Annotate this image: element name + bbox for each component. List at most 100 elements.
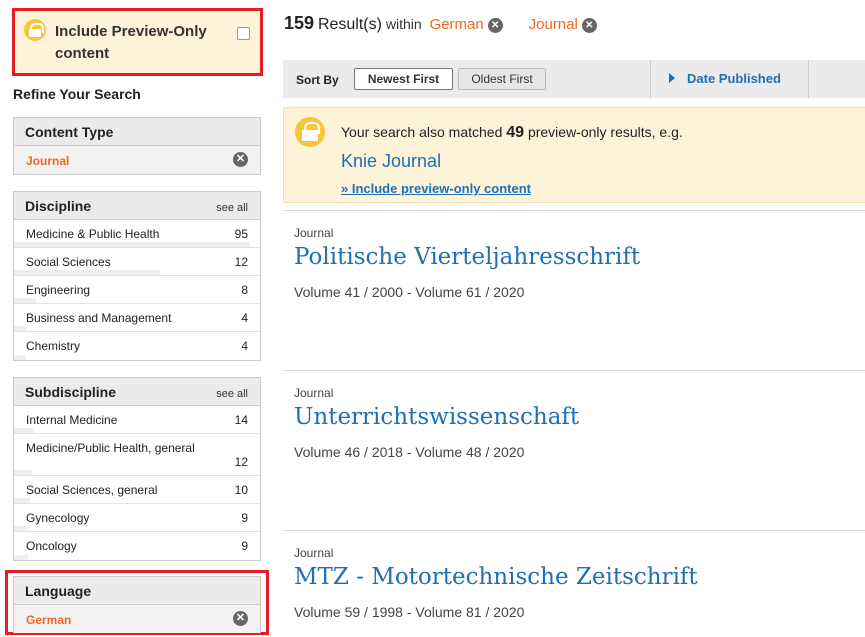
refine-sidebar: Include Preview-Only content Refine Your… bbox=[0, 0, 272, 637]
content-type-facet: Content Type Journal ✕ bbox=[13, 117, 261, 175]
subdiscipline-see-all-link[interactable]: see all bbox=[216, 388, 248, 400]
subdiscipline-item[interactable]: Oncology 9 bbox=[14, 532, 260, 560]
result-type: Journal bbox=[294, 226, 334, 240]
caret-right-icon bbox=[669, 73, 675, 83]
filter-tag-language: German bbox=[429, 16, 484, 33]
facet-count-bar bbox=[14, 498, 30, 503]
facet-item-count: 9 bbox=[241, 539, 248, 553]
facet-count-bar bbox=[14, 326, 26, 331]
facet-item-count: 10 bbox=[234, 483, 248, 497]
result-title-link[interactable]: Politische Vierteljahresschrift bbox=[294, 244, 640, 270]
lock-icon bbox=[24, 19, 46, 41]
subdiscipline-header: Subdiscipline see all bbox=[14, 378, 260, 406]
subdiscipline-title: Subdiscipline bbox=[25, 384, 117, 400]
include-preview-toggle[interactable]: Include Preview-Only content bbox=[12, 8, 263, 76]
facet-item-label: Engineering bbox=[26, 283, 91, 297]
result-type: Journal bbox=[294, 386, 334, 400]
facet-count-bar bbox=[14, 526, 28, 531]
date-published-label: Date Published bbox=[687, 71, 781, 86]
facet-item-count: 9 bbox=[241, 511, 248, 525]
discipline-header: Discipline see all bbox=[14, 192, 260, 220]
result-item: Journal MTZ - Motortechnische Zeitschrif… bbox=[283, 530, 865, 637]
sort-by-label: Sort By bbox=[296, 73, 339, 87]
facet-item-count: 12 bbox=[234, 255, 248, 269]
discipline-facet: Discipline see all Medicine & Public Hea… bbox=[13, 191, 261, 361]
notice-example-link[interactable]: Knie Journal bbox=[341, 151, 441, 172]
sort-divider bbox=[650, 60, 651, 98]
discipline-item[interactable]: Chemistry 4 bbox=[14, 332, 260, 360]
date-published-toggle[interactable]: Date Published bbox=[669, 71, 781, 86]
discipline-title: Discipline bbox=[25, 198, 92, 214]
result-item: Journal Unterrichtswissenschaft Volume 4… bbox=[283, 370, 865, 530]
result-type: Journal bbox=[294, 546, 334, 560]
notice-count: 49 bbox=[506, 124, 525, 141]
sort-newest-button[interactable]: Newest First bbox=[354, 68, 453, 90]
facet-item-count: 4 bbox=[241, 311, 248, 325]
result-volumes: Volume 46 / 2018 - Volume 48 / 2020 bbox=[294, 444, 525, 460]
facet-count-bar bbox=[14, 298, 36, 303]
sort-bar: Sort By Newest First Oldest First Date P… bbox=[283, 60, 865, 98]
preview-only-notice: Your search also matched 49 preview-only… bbox=[283, 107, 865, 203]
discipline-item[interactable]: Social Sciences 12 bbox=[14, 248, 260, 276]
facet-item-count: 4 bbox=[241, 339, 248, 353]
facet-count-bar bbox=[14, 470, 32, 475]
facet-item-label: Medicine/Public Health, general bbox=[26, 441, 195, 455]
facet-item-label: Oncology bbox=[26, 539, 77, 553]
remove-filter-language-icon[interactable]: ✕ bbox=[487, 18, 503, 33]
facet-item-count: 95 bbox=[234, 227, 248, 241]
discipline-see-all-link[interactable]: see all bbox=[216, 202, 248, 214]
facet-item-label: Social Sciences, general bbox=[26, 483, 158, 497]
result-title-link[interactable]: MTZ - Motortechnische Zeitschrift bbox=[294, 564, 698, 590]
subdiscipline-item[interactable]: Social Sciences, general 10 bbox=[14, 476, 260, 504]
result-count: 159 bbox=[284, 13, 315, 33]
facet-item-label: Social Sciences bbox=[26, 255, 111, 269]
result-word: Result(s) bbox=[317, 16, 382, 33]
result-volumes: Volume 59 / 1998 - Volume 81 / 2020 bbox=[294, 604, 525, 620]
refine-search-heading: Refine Your Search bbox=[13, 86, 141, 102]
content-type-selected: Journal ✕ bbox=[14, 146, 260, 174]
facet-item-label: Medicine & Public Health bbox=[26, 227, 160, 241]
subdiscipline-item[interactable]: Gynecology 9 bbox=[14, 504, 260, 532]
remove-language-icon[interactable]: ✕ bbox=[233, 611, 248, 626]
discipline-item[interactable]: Engineering 8 bbox=[14, 276, 260, 304]
facet-count-bar bbox=[14, 428, 34, 433]
remove-content-type-icon[interactable]: ✕ bbox=[233, 152, 248, 167]
include-preview-label: Include Preview-Only content bbox=[55, 23, 207, 62]
facet-item-label: Gynecology bbox=[26, 511, 90, 525]
subdiscipline-facet: Subdiscipline see all Internal Medicine … bbox=[13, 377, 261, 561]
results-summary: 159 Result(s) within German ✕ Journal ✕ bbox=[284, 13, 597, 34]
language-selected: German ✕ bbox=[14, 605, 260, 633]
discipline-item[interactable]: Medicine & Public Health 95 bbox=[14, 220, 260, 248]
language-facet: Language German ✕ bbox=[13, 576, 261, 633]
result-item: Journal Politische Vierteljahresschrift … bbox=[283, 210, 865, 370]
notice-text-before: Your search also matched bbox=[341, 124, 503, 140]
filter-tag-content-type: Journal bbox=[528, 16, 578, 33]
facet-item-count: 8 bbox=[241, 283, 248, 297]
include-preview-checkbox[interactable] bbox=[237, 27, 250, 40]
sort-oldest-button[interactable]: Oldest First bbox=[458, 68, 546, 90]
facet-item-label: Chemistry bbox=[26, 339, 81, 353]
facet-item-label: Business and Management bbox=[26, 311, 172, 325]
results-main: 159 Result(s) within German ✕ Journal ✕ So… bbox=[283, 0, 865, 637]
result-title-link[interactable]: Unterrichtswissenschaft bbox=[294, 404, 579, 430]
facet-count-bar bbox=[14, 270, 160, 275]
facet-item-label: Internal Medicine bbox=[26, 413, 118, 427]
remove-filter-content-type-icon[interactable]: ✕ bbox=[581, 18, 597, 33]
language-title: Language bbox=[25, 583, 92, 599]
content-type-title: Content Type bbox=[25, 124, 114, 140]
within-label: within bbox=[385, 16, 422, 32]
notice-text-after: preview-only results, e.g. bbox=[527, 124, 683, 140]
lock-icon bbox=[295, 117, 325, 147]
search-results-page: Include Preview-Only content Refine Your… bbox=[0, 0, 865, 637]
include-preview-link[interactable]: » Include preview-only content bbox=[341, 181, 531, 196]
sort-divider bbox=[808, 60, 809, 98]
facet-count-bar bbox=[14, 555, 28, 560]
facet-item-count: 12 bbox=[234, 455, 248, 469]
content-type-selected-label: Journal bbox=[26, 154, 70, 168]
facet-count-bar bbox=[14, 355, 26, 360]
subdiscipline-item[interactable]: Medicine/Public Health, general 12 bbox=[14, 434, 260, 476]
result-volumes: Volume 41 / 2000 - Volume 61 / 2020 bbox=[294, 284, 525, 300]
facet-item-count: 14 bbox=[234, 413, 248, 427]
discipline-item[interactable]: Business and Management 4 bbox=[14, 304, 260, 332]
subdiscipline-item[interactable]: Internal Medicine 14 bbox=[14, 406, 260, 434]
